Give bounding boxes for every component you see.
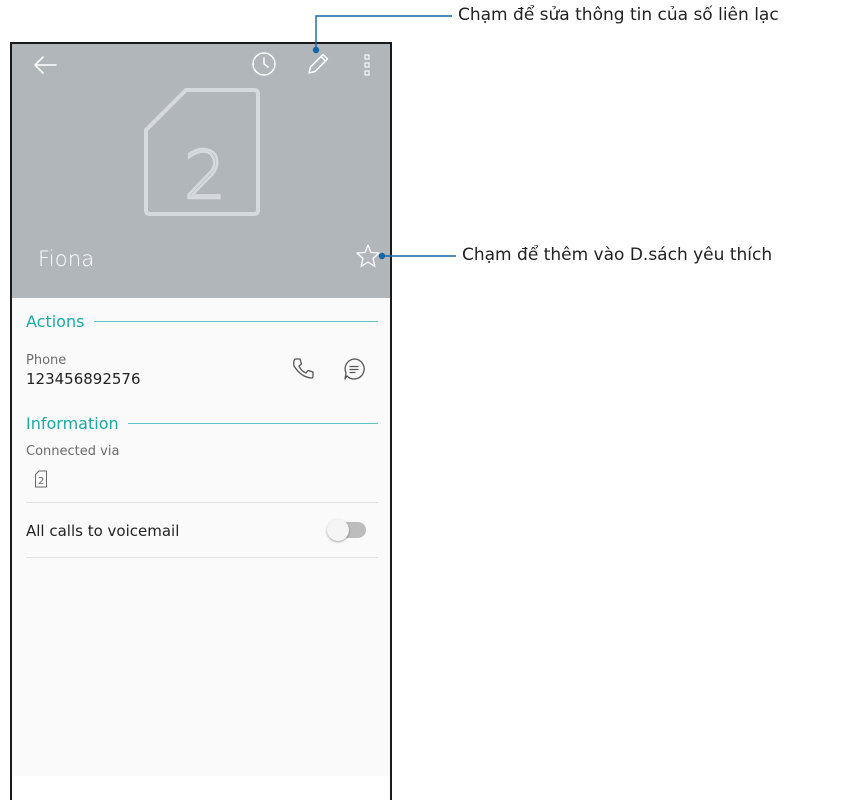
sim-card-icon: 2 [144, 88, 260, 216]
phone-screen: 2 Fiona Actions Phone 123456892576 Infor… [10, 42, 392, 800]
information-section-divider [128, 423, 378, 424]
section-divider [26, 557, 378, 558]
sim-slot-digit: 2 [38, 476, 44, 487]
phone-label: Phone [26, 353, 67, 368]
voicemail-label: All calls to voicemail [26, 522, 180, 540]
section-divider [26, 502, 378, 503]
phone-icon[interactable] [290, 356, 316, 382]
back-arrow-icon[interactable] [30, 50, 60, 80]
contact-details: Actions Phone 123456892576 Information C… [12, 298, 390, 776]
message-icon[interactable] [341, 356, 367, 382]
actions-section-header: Actions [26, 310, 84, 332]
contact-name: Fiona [38, 247, 95, 271]
edit-pencil-icon[interactable] [304, 50, 332, 78]
edit-callout-text: Chạm để sửa thông tin của số liên lạc [458, 5, 779, 25]
voicemail-toggle[interactable] [327, 519, 366, 541]
actions-section-title: Actions [26, 311, 85, 331]
phone-number[interactable]: 123456892576 [26, 370, 141, 388]
contact-header: 2 Fiona [12, 44, 390, 298]
sim-slot-icon: 2 [35, 470, 47, 488]
avatar-digit: 2 [184, 137, 226, 214]
history-icon[interactable] [250, 50, 278, 78]
connected-via-label: Connected via [26, 444, 120, 459]
information-section-title: Information [26, 413, 119, 433]
bottom-bar [12, 776, 390, 800]
more-vert-icon[interactable] [360, 50, 374, 80]
favorite-callout-text: Chạm để thêm vào D.sách yêu thích [462, 245, 773, 265]
actions-section-divider [94, 321, 378, 322]
toggle-knob [327, 519, 349, 541]
information-section-header: Information [26, 412, 119, 434]
star-icon[interactable] [354, 242, 382, 270]
